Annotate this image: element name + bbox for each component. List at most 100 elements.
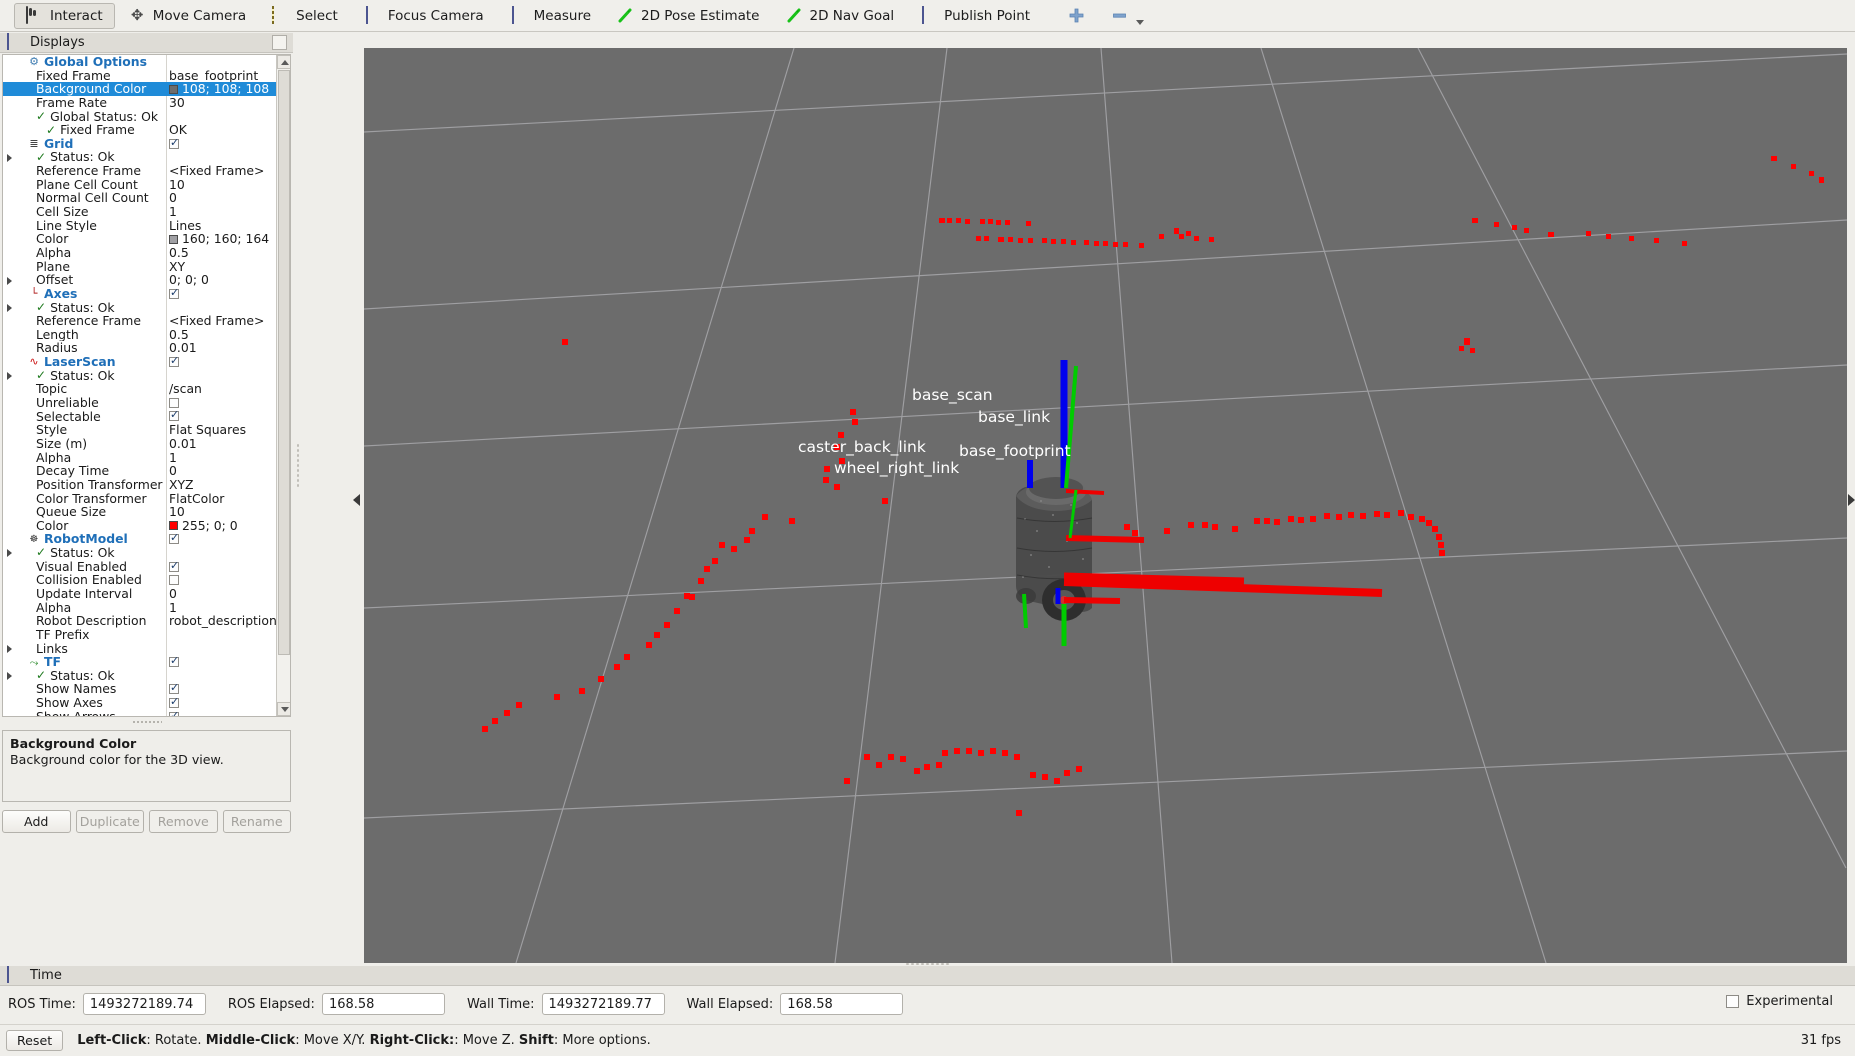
display-tree-row[interactable]: Reference Frame <Fixed Frame> [3, 314, 277, 328]
display-tree-row[interactable]: └ Axes [3, 287, 277, 301]
display-tree-row[interactable]: Normal Cell Count 0 [3, 191, 277, 205]
display-row-value-cell[interactable]: <Fixed Frame> [167, 164, 277, 178]
color-swatch-icon[interactable] [169, 84, 178, 94]
tool-move-camera[interactable]: ✥ Move Camera [117, 3, 258, 29]
tool-interact[interactable]: Interact [14, 2, 115, 29]
add-button[interactable]: Add [2, 810, 71, 833]
display-row-value-cell[interactable]: base_footprint [167, 69, 277, 83]
displays-tree-scrollbar[interactable] [276, 55, 290, 716]
display-enable-checkbox[interactable] [169, 138, 179, 149]
add-tool-button[interactable] [1056, 3, 1097, 29]
tool-publish-point[interactable]: Publish Point [908, 3, 1042, 29]
ros-elapsed-input[interactable]: 168.58 [321, 993, 445, 1015]
display-row-value-cell[interactable] [167, 138, 277, 149]
remove-button[interactable]: Remove [149, 810, 218, 833]
tool-2d-nav-goal[interactable]: 2D Nav Goal [774, 3, 907, 29]
display-row-value-cell[interactable]: robot_description [167, 614, 277, 628]
scrollbar-thumb[interactable] [278, 70, 290, 655]
display-row-value-cell[interactable]: Lines [167, 219, 277, 233]
display-row-value-cell[interactable]: 108; 108; 108 [167, 82, 277, 96]
display-row-value-cell[interactable]: 255; 0; 0 [167, 519, 277, 533]
display-tree-row[interactable]: Collision Enabled [3, 573, 277, 587]
display-row-value-cell[interactable] [167, 575, 277, 586]
display-row-value-cell[interactable]: 10 [167, 178, 277, 192]
remove-tool-button[interactable] [1099, 3, 1156, 29]
render-view-3d[interactable]: base_scan base_link caster_back_link bas… [364, 48, 1847, 963]
display-enable-checkbox[interactable] [169, 657, 179, 667]
display-tree-row[interactable]: Size (m) 0.01 [3, 437, 277, 451]
display-enable-checkbox[interactable] [169, 356, 179, 367]
display-row-value-cell[interactable]: XY [167, 260, 277, 274]
display-tree-row[interactable]: Robot Description robot_description [3, 614, 277, 628]
display-row-value-cell[interactable]: 0 [167, 191, 277, 205]
collapse-left-panel-arrow-icon[interactable] [353, 494, 360, 506]
color-swatch-icon[interactable] [169, 234, 178, 244]
expand-arrow-icon[interactable] [5, 276, 14, 285]
display-tree-row[interactable]: ⚙ Global Options [3, 55, 277, 69]
experimental-toggle[interactable]: Experimental [1726, 994, 1833, 1009]
display-enable-checkbox[interactable] [169, 397, 179, 408]
display-tree-row[interactable]: Plane Cell Count 10 [3, 178, 277, 192]
display-row-value-cell[interactable] [167, 684, 277, 695]
display-row-value-cell[interactable]: 1 [167, 205, 277, 219]
dock-float-button[interactable] [272, 35, 287, 50]
display-tree-row[interactable]: ☸ RobotModel [3, 532, 277, 546]
display-tree-row[interactable]: Length 0.5 [3, 328, 277, 342]
display-tree-row[interactable]: ⤳ TF [3, 655, 277, 669]
display-tree-row[interactable]: Alpha 1 [3, 451, 277, 465]
display-row-value-cell[interactable] [167, 657, 277, 667]
display-tree-row[interactable]: Topic/scan [3, 382, 277, 396]
display-tree-row[interactable]: Queue Size 10 [3, 505, 277, 519]
display-tree-row[interactable]: ✓ Status: Ok [3, 301, 277, 315]
display-tree-row[interactable]: TF Prefix [3, 628, 277, 642]
display-tree-row[interactable]: Plane XY [3, 260, 277, 274]
display-row-value-cell[interactable] [167, 411, 277, 422]
expand-arrow-icon[interactable] [5, 548, 14, 558]
display-tree-row[interactable]: Show Axes [3, 696, 277, 710]
scroll-up-arrow-icon[interactable] [277, 55, 290, 69]
display-tree-row[interactable]: Radius 0.01 [3, 341, 277, 355]
display-enable-checkbox[interactable] [169, 684, 179, 695]
display-tree-row[interactable]: ≣ Grid [3, 137, 277, 151]
display-row-value-cell[interactable]: 0 [167, 464, 277, 478]
display-row-value-cell[interactable]: 160; 160; 164 [167, 232, 277, 246]
display-row-value-cell[interactable]: 0; 0; 0 [167, 273, 277, 287]
display-enable-checkbox[interactable] [169, 288, 179, 299]
display-tree-row[interactable]: ∿ LaserScan [3, 355, 277, 369]
display-row-value-cell[interactable]: 10 [167, 505, 277, 519]
expand-arrow-icon[interactable] [5, 371, 14, 381]
display-tree-row[interactable]: Decay Time 0 [3, 464, 277, 478]
display-tree-row[interactable]: ✓ Fixed Frame OK [3, 123, 277, 137]
color-swatch-icon[interactable] [169, 521, 178, 531]
display-tree-row[interactable]: Show Arrows [3, 710, 277, 716]
expand-arrow-icon[interactable] [5, 671, 14, 681]
display-tree-row[interactable]: ✓ Status: Ok [3, 150, 277, 164]
display-tree-row[interactable]: Selectable [3, 410, 277, 424]
display-tree-row[interactable]: Alpha 1 [3, 601, 277, 615]
display-row-value-cell[interactable]: 0.5 [167, 246, 277, 260]
reset-button[interactable]: Reset [6, 1030, 64, 1051]
display-row-value-cell[interactable]: XYZ [167, 478, 277, 492]
display-tree-row[interactable]: ✓ Status: Ok [3, 669, 277, 683]
display-enable-checkbox[interactable] [169, 711, 179, 716]
display-row-value-cell[interactable]: FlatColor [167, 492, 277, 506]
display-tree-row[interactable]: ✓ Status: Ok [3, 369, 277, 383]
display-enable-checkbox[interactable] [169, 697, 179, 708]
rename-button[interactable]: Rename [222, 810, 291, 833]
display-row-value-cell[interactable]: 30 [167, 96, 277, 110]
display-tree-row[interactable]: Color Transformer FlatColor [3, 492, 277, 506]
display-row-value-cell[interactable]: 0 [167, 587, 277, 601]
display-tree-row[interactable]: ✓ Global Status: Ok [3, 110, 277, 124]
left-splitter[interactable] [293, 48, 303, 963]
display-row-value-cell[interactable]: 0.01 [167, 341, 277, 355]
display-row-value-cell[interactable]: 1 [167, 451, 277, 465]
display-row-value-cell[interactable] [167, 534, 277, 545]
display-row-value-cell[interactable] [167, 397, 277, 408]
displays-tree-resize-grip[interactable] [2, 719, 291, 727]
display-row-value-cell[interactable] [167, 356, 277, 367]
collapse-right-panel-arrow-icon[interactable] [1848, 494, 1855, 506]
display-tree-row[interactable]: Reference Frame <Fixed Frame> [3, 164, 277, 178]
display-tree-row[interactable]: Fixed Frame base_footprint [3, 69, 277, 83]
tool-measure[interactable]: Measure [498, 3, 603, 29]
ros-time-input[interactable]: 1493272189.74 [82, 993, 206, 1015]
